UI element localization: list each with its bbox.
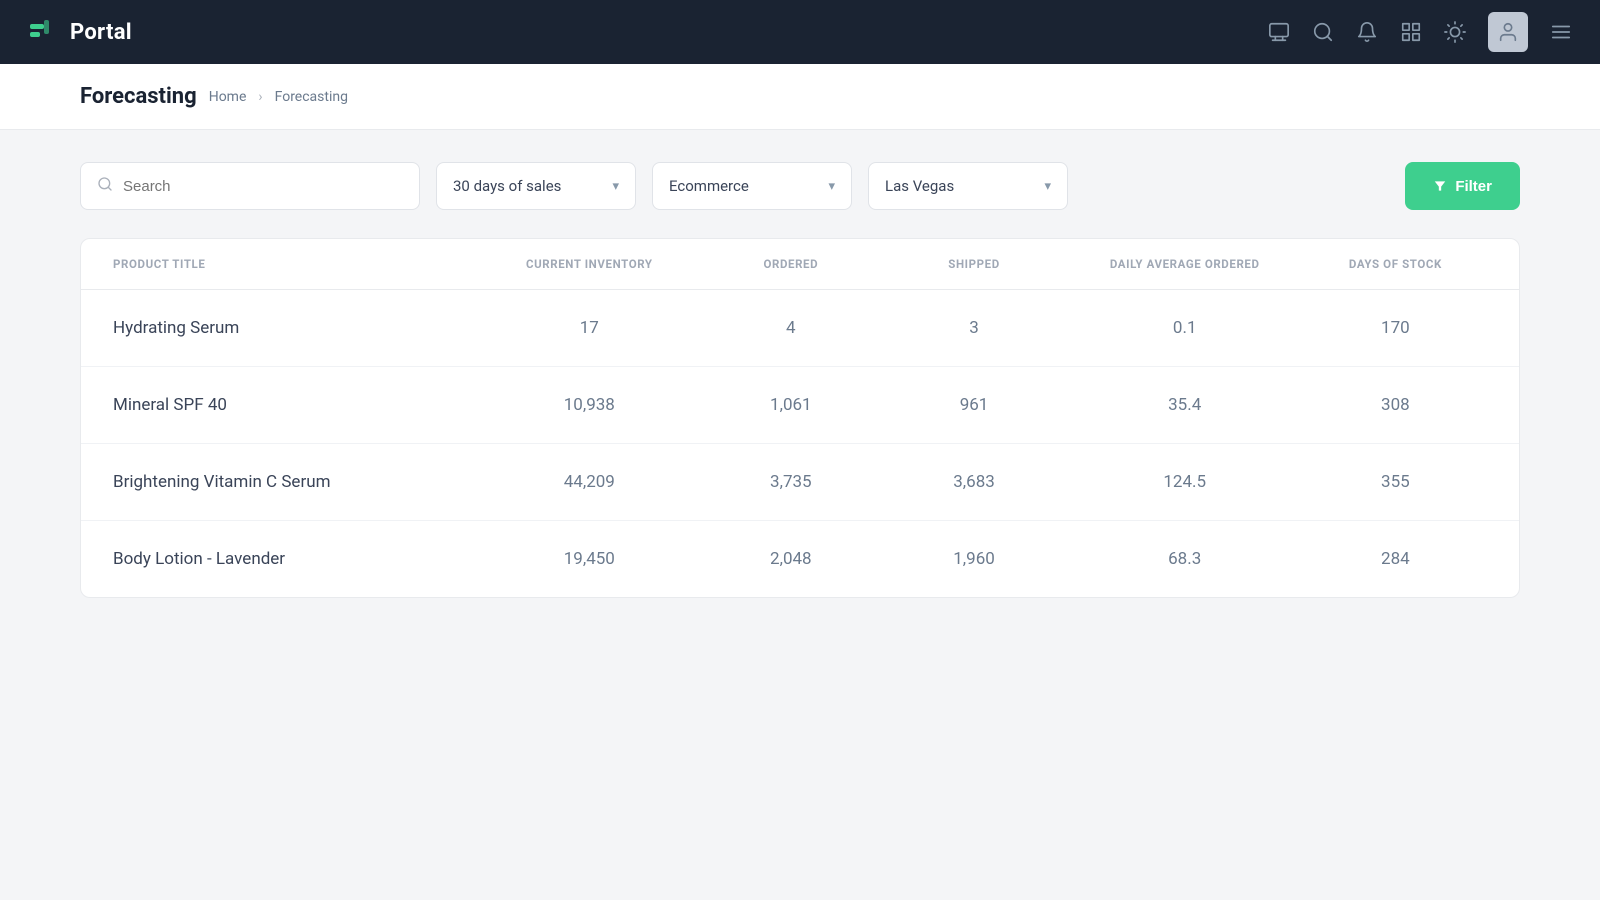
cell-inventory-1: 10,938 bbox=[479, 395, 699, 415]
sales-period-label: 30 days of sales bbox=[453, 177, 561, 195]
cell-shipped-1: 961 bbox=[882, 395, 1065, 415]
col-product-title: PRODUCT TITLE bbox=[113, 257, 479, 271]
table-body: Hydrating Serum 17 4 3 0.1 170 Mineral S… bbox=[81, 290, 1519, 597]
grid-icon[interactable] bbox=[1400, 21, 1422, 43]
breadcrumb-current: Forecasting bbox=[275, 89, 348, 105]
menu-icon[interactable] bbox=[1550, 21, 1572, 43]
cell-product-1: Mineral SPF 40 bbox=[113, 395, 479, 415]
navbar-brand: Portal bbox=[28, 16, 132, 48]
cell-ordered-0: 4 bbox=[699, 318, 882, 338]
search-box-icon bbox=[97, 176, 113, 196]
cell-daily-3: 68.3 bbox=[1066, 549, 1304, 569]
table-row: Hydrating Serum 17 4 3 0.1 170 bbox=[81, 290, 1519, 367]
cell-shipped-0: 3 bbox=[882, 318, 1065, 338]
cell-inventory-0: 17 bbox=[479, 318, 699, 338]
cell-product-0: Hydrating Serum bbox=[113, 318, 479, 338]
cell-shipped-2: 3,683 bbox=[882, 472, 1065, 492]
location-caret: ▾ bbox=[1044, 179, 1051, 194]
cell-inventory-2: 44,209 bbox=[479, 472, 699, 492]
inbox-icon[interactable] bbox=[1268, 21, 1290, 43]
cell-shipped-3: 1,960 bbox=[882, 549, 1065, 569]
col-ordered: ORDERED bbox=[699, 257, 882, 271]
cell-inventory-3: 19,450 bbox=[479, 549, 699, 569]
breadcrumb-section: Forecasting Home › Forecasting bbox=[0, 64, 1600, 130]
search-box[interactable] bbox=[80, 162, 420, 210]
navbar: Portal bbox=[0, 0, 1600, 64]
page-title: Forecasting bbox=[80, 84, 197, 109]
cell-ordered-1: 1,061 bbox=[699, 395, 882, 415]
cell-product-3: Body Lotion - Lavender bbox=[113, 549, 479, 569]
channel-label: Ecommerce bbox=[669, 177, 749, 195]
navbar-actions bbox=[1268, 12, 1572, 52]
sales-period-dropdown[interactable]: 30 days of sales ▾ bbox=[436, 162, 636, 210]
cell-product-2: Brightening Vitamin C Serum bbox=[113, 472, 479, 492]
cell-days-0: 170 bbox=[1304, 318, 1487, 338]
col-current-inventory: CURRENT INVENTORY bbox=[479, 257, 699, 271]
cell-days-2: 355 bbox=[1304, 472, 1487, 492]
sales-period-caret: ▾ bbox=[612, 179, 619, 194]
avatar[interactable] bbox=[1488, 12, 1528, 52]
cell-ordered-2: 3,735 bbox=[699, 472, 882, 492]
location-dropdown[interactable]: Las Vegas ▾ bbox=[868, 162, 1068, 210]
bell-icon[interactable] bbox=[1356, 21, 1378, 43]
app-name: Portal bbox=[70, 20, 132, 45]
col-days-of-stock: DAYS OF STOCK bbox=[1304, 257, 1487, 271]
search-nav-icon[interactable] bbox=[1312, 21, 1334, 43]
table-row: Brightening Vitamin C Serum 44,209 3,735… bbox=[81, 444, 1519, 521]
channel-dropdown[interactable]: Ecommerce ▾ bbox=[652, 162, 852, 210]
main-content: 30 days of sales ▾ Ecommerce ▾ Las Vegas… bbox=[0, 130, 1600, 630]
table-header: PRODUCT TITLE CURRENT INVENTORY ORDERED … bbox=[81, 239, 1519, 290]
cell-days-1: 308 bbox=[1304, 395, 1487, 415]
sun-icon[interactable] bbox=[1444, 21, 1466, 43]
col-shipped: SHIPPED bbox=[882, 257, 1065, 271]
cell-ordered-3: 2,048 bbox=[699, 549, 882, 569]
filter-bar: 30 days of sales ▾ Ecommerce ▾ Las Vegas… bbox=[80, 162, 1520, 210]
filter-button-label: Filter bbox=[1455, 178, 1492, 195]
cell-daily-1: 35.4 bbox=[1066, 395, 1304, 415]
cell-daily-0: 0.1 bbox=[1066, 318, 1304, 338]
location-label: Las Vegas bbox=[885, 177, 954, 195]
col-daily-average: DAILY AVERAGE ORDERED bbox=[1066, 257, 1304, 271]
table-row: Mineral SPF 40 10,938 1,061 961 35.4 308 bbox=[81, 367, 1519, 444]
data-table: PRODUCT TITLE CURRENT INVENTORY ORDERED … bbox=[80, 238, 1520, 598]
cell-daily-2: 124.5 bbox=[1066, 472, 1304, 492]
breadcrumb-separator: › bbox=[258, 89, 262, 105]
cell-days-3: 284 bbox=[1304, 549, 1487, 569]
logo-icon bbox=[28, 16, 60, 48]
channel-caret: ▾ bbox=[828, 179, 835, 194]
search-input[interactable] bbox=[123, 178, 403, 195]
filter-button[interactable]: Filter bbox=[1405, 162, 1520, 210]
table-row: Body Lotion - Lavender 19,450 2,048 1,96… bbox=[81, 521, 1519, 597]
breadcrumb-home[interactable]: Home bbox=[209, 89, 247, 105]
